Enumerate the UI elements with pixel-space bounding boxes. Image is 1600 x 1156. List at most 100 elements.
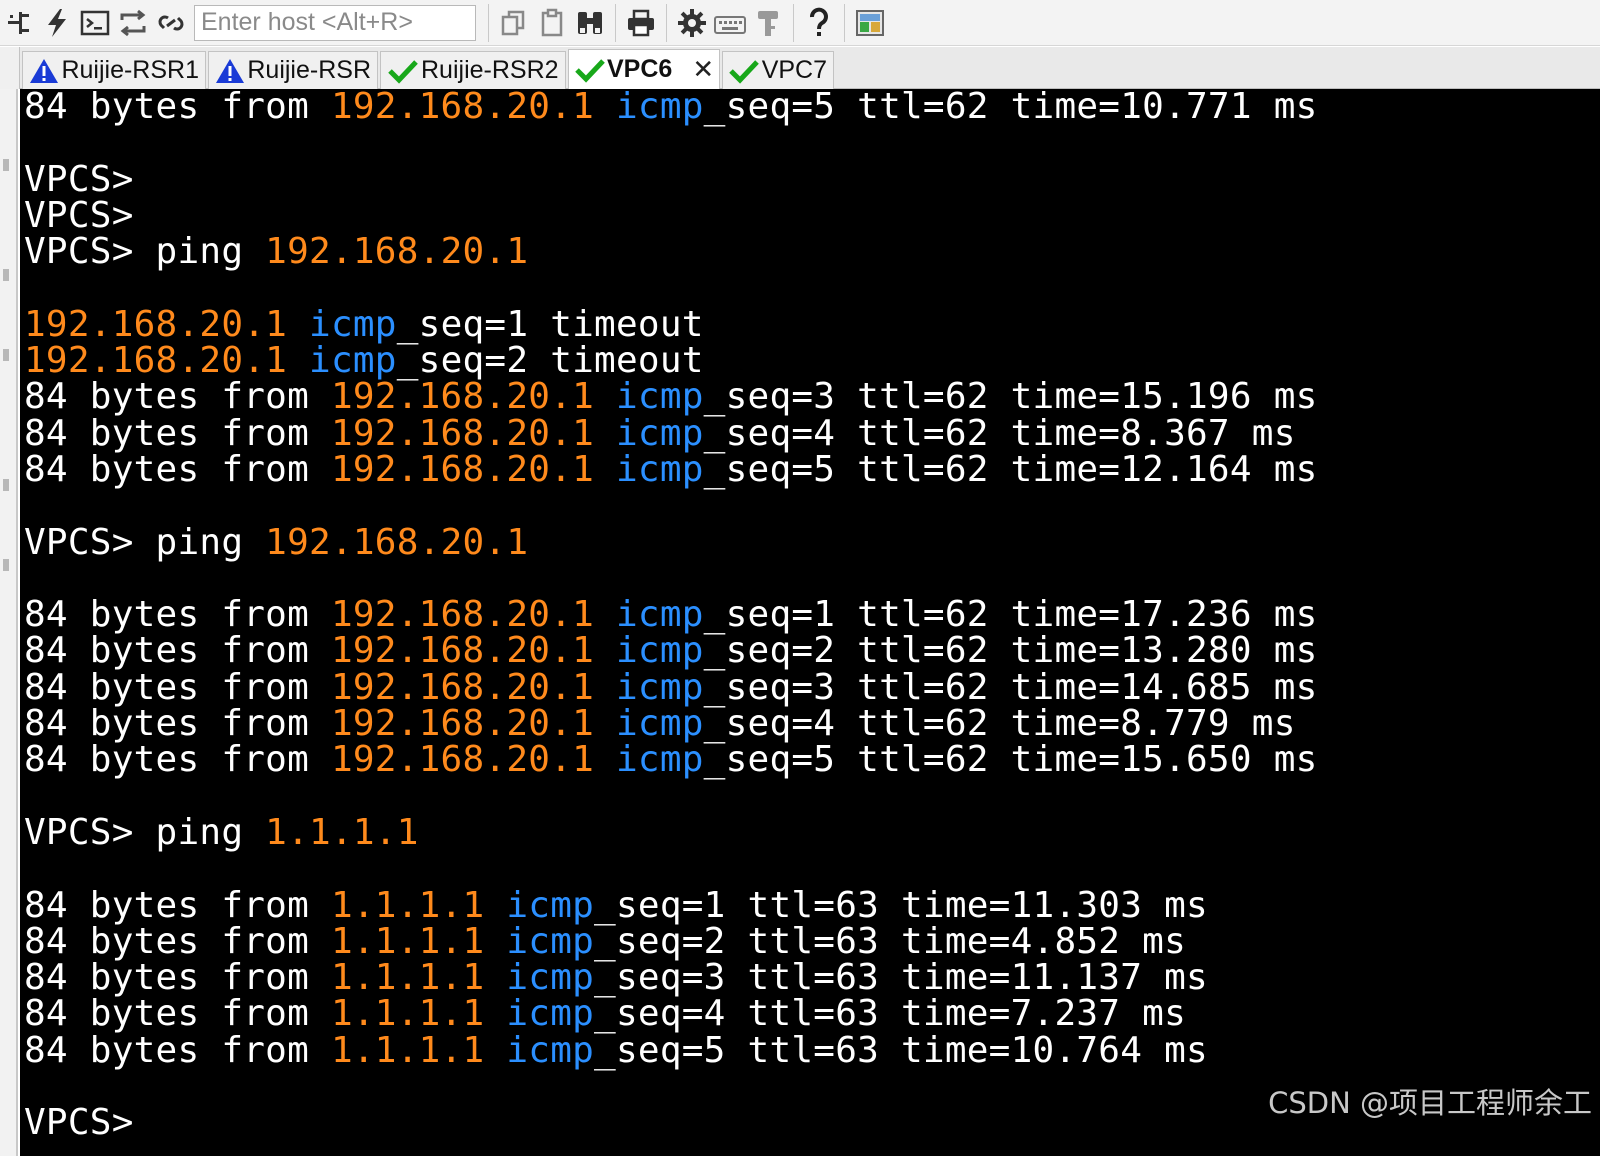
tab-bar-edge	[0, 47, 20, 89]
terminal-icon[interactable]	[76, 4, 114, 42]
terminal-text: _seq=2 timeout	[396, 340, 704, 382]
tab-label: Ruijie-RSR1	[61, 56, 199, 84]
terminal-text: _seq=2 ttl=63 time=4.852 ms	[594, 920, 1186, 962]
ip-address-text: 192.168.20.1	[330, 412, 595, 454]
terminal-line: 84 bytes from 192.168.20.1 icmp_seq=2 tt…	[24, 633, 1318, 669]
toolbar-separator	[793, 3, 794, 42]
close-tab-icon[interactable]: ✕	[692, 54, 714, 85]
terminal-text: VPCS>	[24, 194, 134, 236]
terminal-line: 84 bytes from 1.1.1.1 icmp_seq=3 ttl=63 …	[24, 957, 1318, 999]
terminal-text: 84 bytes from	[24, 448, 331, 490]
terminal-text: _seq=3 ttl=62 time=15.196 ms	[703, 376, 1318, 418]
protocol-keyword-text: icmp	[309, 340, 397, 382]
terminal-line: 84 bytes from 192.168.20.1 icmp_seq=3 tt…	[24, 379, 1318, 415]
tab-vpc7[interactable]: VPC7	[722, 51, 834, 89]
host-input[interactable]	[194, 4, 476, 41]
tab-label: VPC7	[761, 56, 827, 84]
disconnect-icon[interactable]	[152, 4, 190, 42]
ip-address-text: 192.168.20.1	[330, 630, 595, 672]
tab-ruijie-rsr1[interactable]: Ruijie-RSR1	[22, 51, 206, 89]
tab-label: Ruijie-RSR2	[421, 56, 559, 84]
protocol-keyword-text: icmp	[615, 89, 704, 127]
protocol-keyword-text: icmp	[615, 666, 704, 708]
keyboard-icon[interactable]	[711, 4, 749, 42]
ip-address-text: 192.168.20.1	[330, 666, 595, 708]
protocol-keyword-text: icmp	[615, 739, 704, 781]
ip-address-text: 192.168.20.1	[330, 376, 595, 418]
terminal-line: VPCS> ping 192.168.20.1	[24, 521, 1318, 563]
ip-address-text: 1.1.1.1	[330, 1029, 485, 1071]
ip-address-text: 192.168.20.1	[24, 303, 288, 345]
protocol-keyword-text: icmp	[506, 920, 595, 962]
find-binoculars-icon[interactable]	[571, 4, 609, 42]
key-map-icon[interactable]	[749, 4, 787, 42]
terminal-line: 84 bytes from 1.1.1.1 icmp_seq=1 ttl=63 …	[24, 884, 1318, 926]
protocol-keyword-text: icmp	[506, 884, 595, 926]
copy-icon[interactable]	[495, 4, 533, 42]
protocol-keyword-text: icmp	[615, 376, 704, 418]
terminal-line: VPCS>	[24, 1105, 1318, 1141]
warning-icon	[29, 57, 59, 85]
help-icon[interactable]	[800, 4, 838, 42]
ip-address-text: 192.168.20.1	[330, 594, 595, 636]
terminal-text: 84 bytes from	[24, 1029, 331, 1071]
terminal-line: 84 bytes from 192.168.20.1 icmp_seq=3 tt…	[24, 666, 1318, 708]
terminal-text: _seq=5 ttl=62 time=12.164 ms	[703, 448, 1318, 490]
protocol-keyword-text: icmp	[615, 448, 704, 490]
ip-address-text: 192.168.20.1	[330, 448, 595, 490]
terminal-text: _seq=1 ttl=63 time=11.303 ms	[594, 884, 1208, 926]
terminal-text: VPCS> ping	[24, 521, 266, 563]
terminal-text: 84 bytes from	[24, 666, 331, 708]
side-panel-marker	[3, 159, 9, 171]
reconnect-icon[interactable]	[114, 4, 152, 42]
terminal-text: 84 bytes from	[24, 703, 331, 745]
ip-address-text: 192.168.20.1	[330, 703, 595, 745]
session-tab-bar: Ruijie-RSR1 Ruijie-RSR Ruijie-RSR2 VPC6 …	[0, 47, 1600, 89]
terminal-text: 84 bytes from	[24, 594, 331, 636]
terminal-app-window: Ruijie-RSR1 Ruijie-RSR Ruijie-RSR2	[0, 0, 1600, 1156]
check-icon	[387, 57, 419, 85]
sessions-side-panel-collapsed[interactable]	[0, 89, 18, 1156]
protocol-keyword-text: icmp	[615, 594, 704, 636]
tab-vpc6[interactable]: VPC6 ✕	[568, 49, 720, 89]
terminal-text: _seq=3 ttl=63 time=11.137 ms	[594, 957, 1208, 999]
ip-address-text: 1.1.1.1	[330, 884, 485, 926]
print-icon[interactable]	[622, 4, 660, 42]
settings-gear-icon[interactable]	[673, 4, 711, 42]
side-panel-marker	[3, 479, 9, 491]
terminal-text: 84 bytes from	[24, 412, 331, 454]
tab-label: Ruijie-RSR	[247, 56, 371, 84]
tab-ruijie-rsr[interactable]: Ruijie-RSR	[208, 51, 378, 89]
check-icon	[575, 56, 605, 84]
terminal-line: VPCS>	[24, 194, 1318, 236]
terminal-text: 84 bytes from	[24, 630, 331, 672]
toolbar	[0, 0, 1600, 46]
screen-capture-icon[interactable]	[851, 4, 889, 42]
protocol-keyword-text: icmp	[506, 993, 595, 1035]
terminal-line: VPCS> ping 1.1.1.1	[24, 814, 1318, 851]
terminal-output[interactable]: 84 bytes from 192.168.20.1 icmp_seq=5 tt…	[20, 89, 1600, 1156]
tab-ruijie-rsr2[interactable]: Ruijie-RSR2	[380, 51, 566, 89]
terminal-text: 84 bytes from	[24, 884, 331, 926]
terminal-line: 84 bytes from 192.168.20.1 icmp_seq=5 tt…	[24, 89, 1318, 125]
paste-icon[interactable]	[533, 4, 571, 42]
terminal-text: VPCS>	[24, 1102, 134, 1144]
quick-connect-icon[interactable]	[38, 4, 76, 42]
connect-tree-icon[interactable]	[0, 4, 38, 42]
